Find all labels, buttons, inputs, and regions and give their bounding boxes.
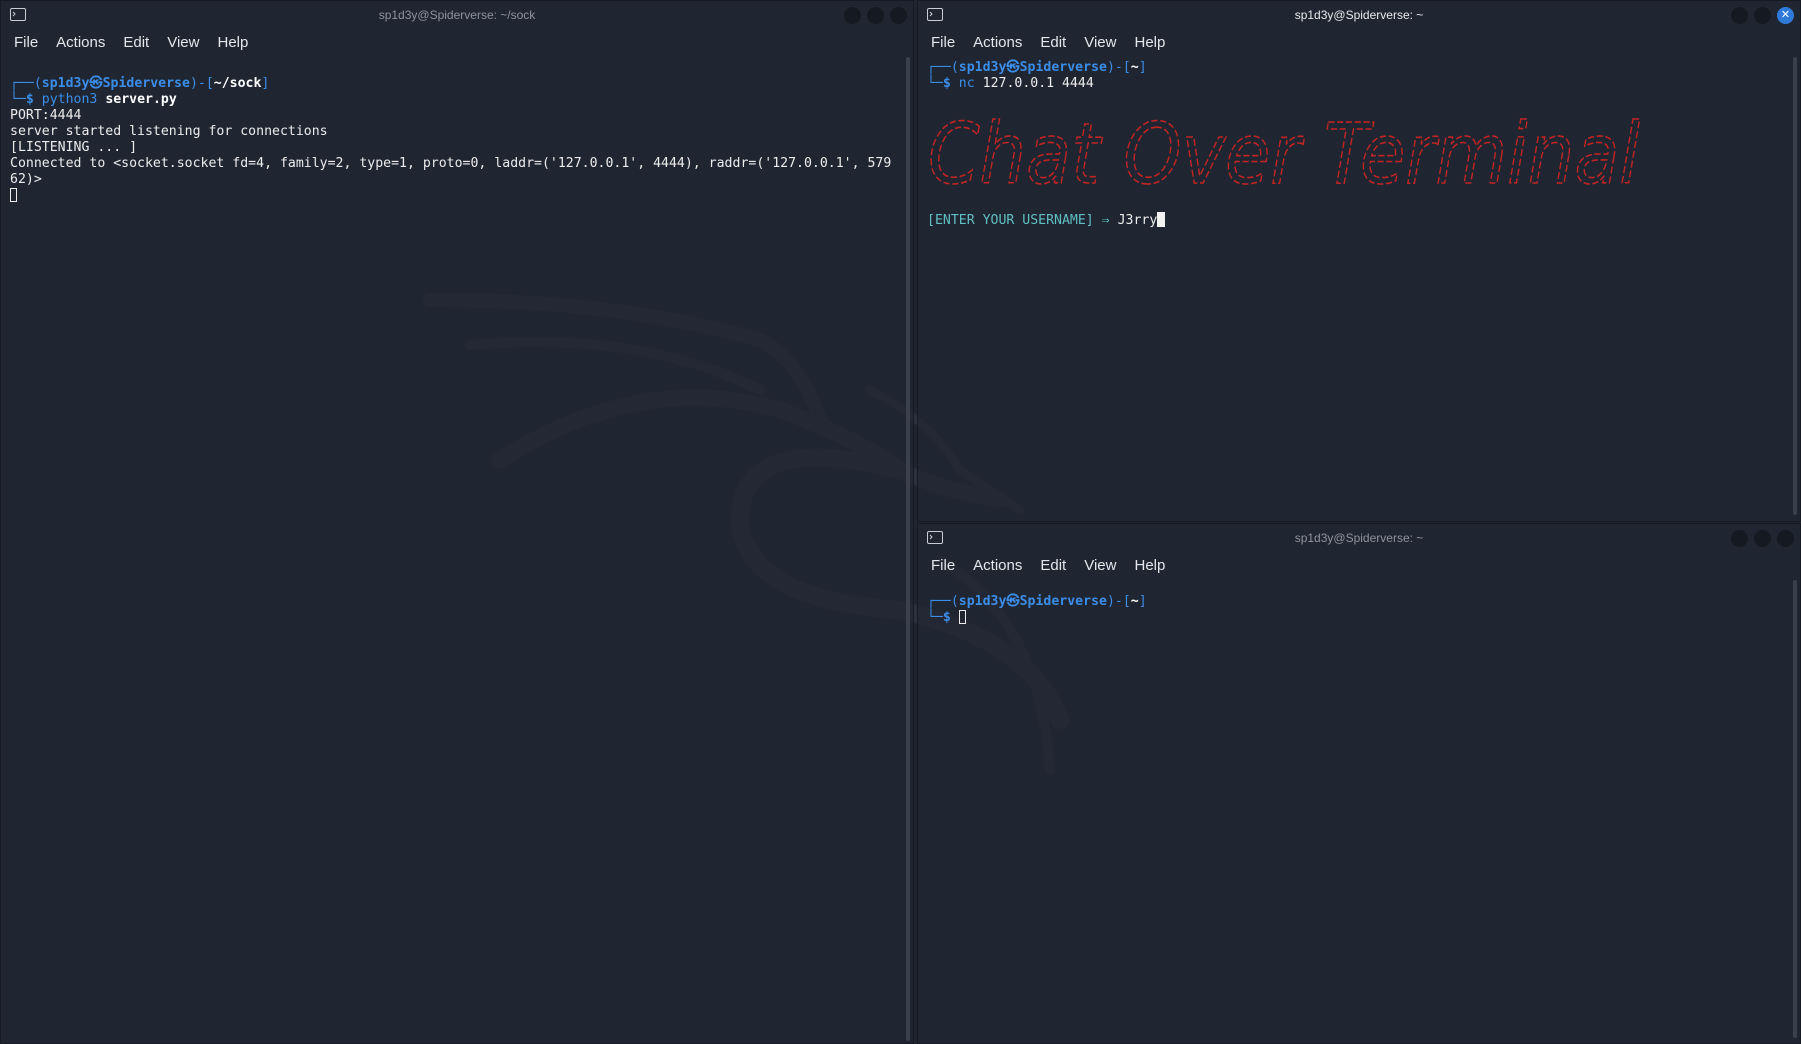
close-button[interactable] xyxy=(1777,530,1794,547)
title-bar[interactable]: sp1d3y@Spiderverse: ~/sock xyxy=(1,1,913,29)
prompt-line: ┌──(sp1d3y㉿Spiderverse)-[~] xyxy=(927,594,1147,609)
terminal-icon xyxy=(927,531,943,544)
menu-actions[interactable]: Actions xyxy=(47,34,114,51)
prompt-line: ┌──(sp1d3y㉿Spiderverse)-[~] xyxy=(927,60,1147,75)
menu-actions[interactable]: Actions xyxy=(964,34,1031,51)
menu-edit[interactable]: Edit xyxy=(1031,557,1075,574)
terminal-icon xyxy=(10,8,26,21)
command-line: └─$ python3 server.py xyxy=(10,92,177,107)
terminal-window-idle[interactable]: sp1d3y@Spiderverse: ~ File Actions Edit … xyxy=(917,523,1801,1044)
maximize-button[interactable] xyxy=(1754,7,1771,24)
title-bar[interactable]: sp1d3y@Spiderverse: ~ xyxy=(918,524,1800,552)
close-button[interactable]: ✕ xyxy=(1777,7,1794,24)
prompt-line: ┌──(sp1d3y㉿Spiderverse)-[~/sock] xyxy=(10,76,270,91)
output-line: 62)> xyxy=(10,172,42,187)
text-cursor xyxy=(1157,212,1166,227)
menu-view[interactable]: View xyxy=(1075,557,1125,574)
maximize-button[interactable] xyxy=(867,7,884,24)
text-cursor xyxy=(958,610,966,624)
menu-view[interactable]: View xyxy=(158,34,208,51)
menu-edit[interactable]: Edit xyxy=(1031,34,1075,51)
menu-help[interactable]: Help xyxy=(1125,557,1174,574)
terminal-output[interactable]: ┌──(sp1d3y㉿Spiderverse)-[~/sock] └─$ pyt… xyxy=(1,55,913,204)
terminal-output[interactable]: ┌──(sp1d3y㉿Spiderverse)-[~] └─$ nc 127.0… xyxy=(918,55,1800,92)
menu-edit[interactable]: Edit xyxy=(114,34,158,51)
menu-actions[interactable]: Actions xyxy=(964,557,1031,574)
scrollbar[interactable] xyxy=(1793,580,1797,1038)
close-icon: ✕ xyxy=(1780,9,1791,21)
output-line: [LISTENING ... ] xyxy=(10,140,138,155)
menu-help[interactable]: Help xyxy=(208,34,257,51)
window-title: sp1d3y@Spiderverse: ~ xyxy=(1294,8,1424,22)
terminal-icon xyxy=(927,8,943,21)
window-title: sp1d3y@Spiderverse: ~ xyxy=(1294,531,1424,545)
scrollbar[interactable] xyxy=(906,57,910,1041)
ascii-banner: Chat Over Terminal xyxy=(928,111,1641,193)
output-line: PORT:4444 xyxy=(10,108,82,123)
terminal-window-client[interactable]: sp1d3y@Spiderverse: ~ ✕ File Actions Edi… xyxy=(917,0,1801,522)
command-line: └─$ xyxy=(927,610,966,625)
maximize-button[interactable] xyxy=(1754,530,1771,547)
menu-help[interactable]: Help xyxy=(1125,34,1174,51)
window-title: sp1d3y@Spiderverse: ~/sock xyxy=(378,8,536,22)
minimize-button[interactable] xyxy=(1731,530,1748,547)
menu-file[interactable]: File xyxy=(922,557,964,574)
username-input-line[interactable]: [ENTER YOUR USERNAME] ⇒ J3rry xyxy=(918,212,1166,229)
text-cursor xyxy=(10,188,17,202)
minimize-button[interactable] xyxy=(844,7,861,24)
username-input[interactable]: J3rry xyxy=(1118,213,1158,228)
command-line: └─$ nc 127.0.0.1 4444 xyxy=(927,76,1094,91)
menu-file[interactable]: File xyxy=(922,34,964,51)
close-button[interactable] xyxy=(890,7,907,24)
output-line: server started listening for connections xyxy=(10,124,328,139)
title-bar[interactable]: sp1d3y@Spiderverse: ~ ✕ xyxy=(918,1,1800,29)
scrollbar[interactable] xyxy=(1793,57,1797,515)
banner-text: Chat Over Terminal xyxy=(928,111,1640,193)
minimize-button[interactable] xyxy=(1731,7,1748,24)
menu-view[interactable]: View xyxy=(1075,34,1125,51)
terminal-window-server[interactable]: sp1d3y@Spiderverse: ~/sock File Actions … xyxy=(0,0,914,1044)
terminal-output[interactable]: ┌──(sp1d3y㉿Spiderverse)-[~] └─$ xyxy=(918,578,1800,626)
menu-bar: File Actions Edit View Help xyxy=(918,29,1800,55)
username-prompt: [ENTER YOUR USERNAME] ⇒ xyxy=(927,213,1118,228)
menu-file[interactable]: File xyxy=(5,34,47,51)
output-line: Connected to <socket.socket fd=4, family… xyxy=(10,156,892,171)
menu-bar: File Actions Edit View Help xyxy=(1,29,913,55)
menu-bar: File Actions Edit View Help xyxy=(918,552,1800,578)
